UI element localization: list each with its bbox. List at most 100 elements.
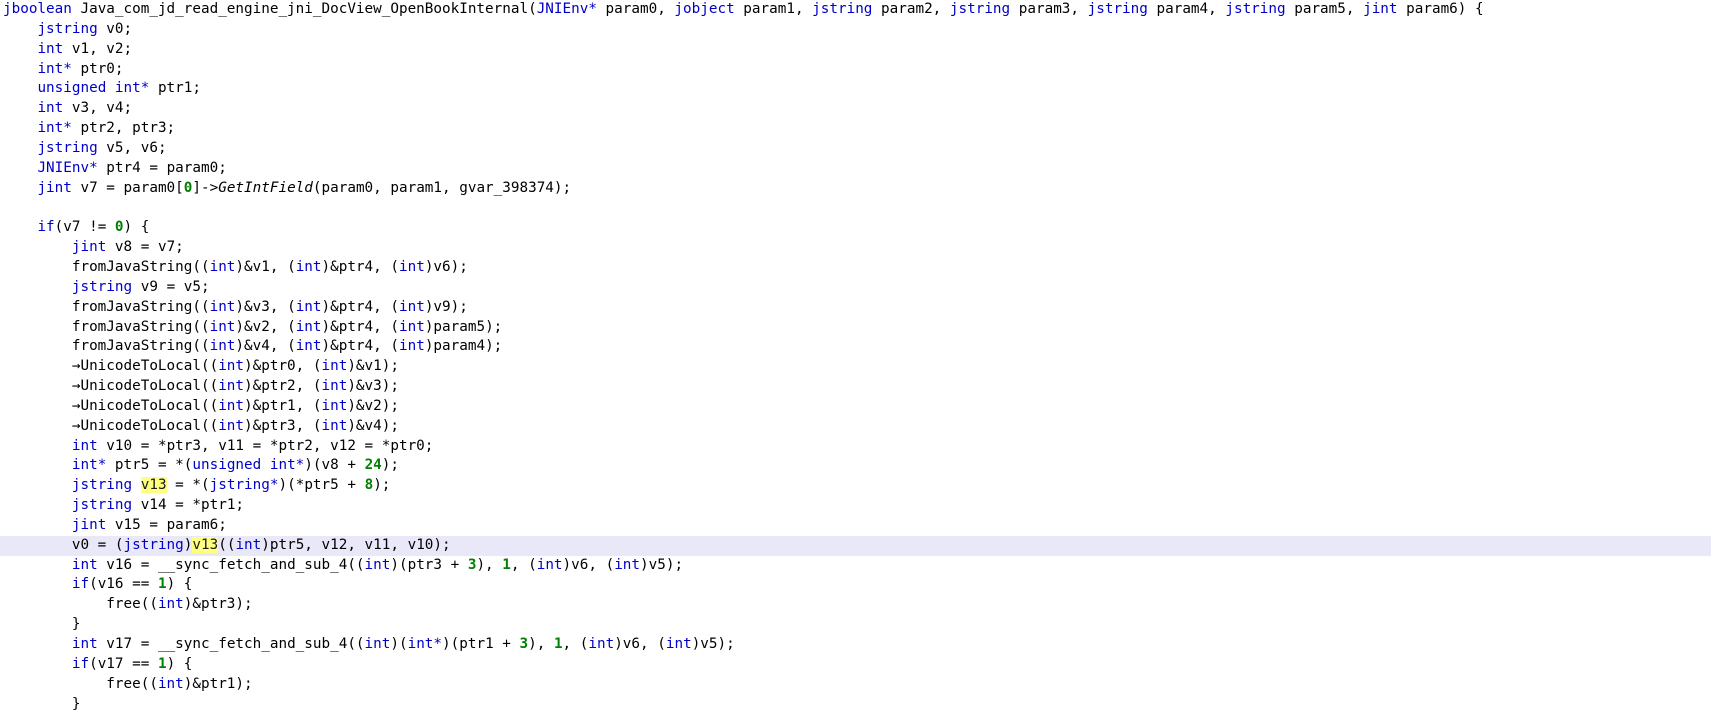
- keyword-token: int: [364, 636, 391, 652]
- code-line[interactable]: fromJavaString((int)&v3, (int)&ptr4, (in…: [0, 298, 1711, 318]
- code-line[interactable]: JNIEnv* ptr4 = param0;: [0, 159, 1711, 179]
- code-token: free((: [3, 675, 158, 692]
- keyword-token: if: [37, 219, 55, 236]
- code-line[interactable]: }: [0, 615, 1711, 635]
- code-token: )(ptr3 +: [390, 556, 468, 573]
- decompiled-code-view[interactable]: jboolean Java_com_jd_read_engine_jni_Doc…: [0, 0, 1711, 719]
- code-token: )&ptr4, (: [321, 338, 399, 355]
- code-line[interactable]: jstring v9 = v5;: [0, 278, 1711, 298]
- code-line[interactable]: if(v7 != 0) {: [0, 218, 1711, 238]
- keyword-token: int: [398, 338, 425, 355]
- code-line[interactable]: jint v8 = v7;: [0, 238, 1711, 258]
- code-token: (v7 !=: [54, 219, 115, 236]
- code-token: )(v8 +: [304, 457, 365, 474]
- keyword-token: int: [37, 40, 64, 57]
- keyword-token: int*: [37, 120, 72, 137]
- code-token: ]->: [192, 179, 219, 196]
- keyword-token: int: [321, 397, 348, 414]
- code-line[interactable]: int v17 = __sync_fetch_and_sub_4((int)(i…: [0, 635, 1711, 655]
- code-line[interactable]: jboolean Java_com_jd_read_engine_jni_Doc…: [0, 0, 1711, 20]
- code-line[interactable]: fromJavaString((int)&v2, (int)&ptr4, (in…: [0, 318, 1711, 338]
- code-line-current[interactable]: v0 = (jstring)v13((int)ptr5, v12, v11, v…: [0, 535, 1711, 556]
- code-token: (param0, param1, gvar_398374);: [312, 179, 572, 196]
- code-line[interactable]: }: [0, 695, 1711, 715]
- keyword-token: jstring: [71, 477, 133, 494]
- code-line[interactable]: →UnicodeToLocal((int)&ptr0, (int)&v1);: [0, 357, 1711, 377]
- highlighted-token[interactable]: v13: [140, 477, 167, 494]
- number-token: 24: [364, 457, 382, 474]
- code-line[interactable]: int v3, v4;: [0, 99, 1711, 119]
- code-token: ptr1;: [149, 80, 201, 97]
- code-line[interactable]: jstring v5, v6;: [0, 139, 1711, 159]
- code-token: )param5);: [424, 318, 503, 335]
- code-line[interactable]: int v1, v2;: [0, 40, 1711, 60]
- code-line[interactable]: jstring v13 = *(jstring*)(*ptr5 + 8);: [0, 476, 1711, 496]
- code-token: )&v3, (: [235, 298, 296, 315]
- code-token: v17 = __sync_fetch_and_sub_4((: [97, 636, 365, 652]
- code-token: ),: [476, 556, 503, 573]
- code-line[interactable]: [0, 198, 1711, 218]
- code-line[interactable]: int v10 = *ptr3, v11 = *ptr2, v12 = *ptr…: [0, 437, 1711, 457]
- code-token: v3, v4;: [63, 100, 133, 117]
- code-line[interactable]: unsigned int* ptr1;: [0, 79, 1711, 99]
- code-token: param5,: [1285, 1, 1364, 17]
- code-token: param3,: [1010, 1, 1088, 17]
- keyword-token: int: [71, 636, 98, 652]
- keyword-token: if: [71, 655, 90, 672]
- code-token: )&v2);: [347, 397, 399, 414]
- code-token: v0;: [97, 20, 133, 37]
- keyword-token: int: [295, 258, 322, 275]
- highlighted-token[interactable]: v13: [192, 536, 219, 553]
- code-line[interactable]: jint v15 = param6;: [0, 516, 1711, 536]
- keyword-token: jboolean: [3, 1, 72, 17]
- code-token: ptr2, ptr3;: [71, 120, 176, 137]
- code-line[interactable]: →UnicodeToLocal((int)&ptr3, (int)&v4);: [0, 417, 1711, 437]
- code-token: ptr0;: [71, 60, 124, 77]
- code-line[interactable]: jstring v14 = *ptr1;: [0, 496, 1711, 516]
- keyword-token: JNIEnv*: [37, 159, 98, 176]
- number-token: 1: [502, 556, 511, 573]
- code-token: v16 = __sync_fetch_and_sub_4((: [97, 556, 365, 573]
- code-line[interactable]: if(v16 == 1) {: [0, 575, 1711, 595]
- code-line[interactable]: if(v17 == 1) {: [0, 655, 1711, 675]
- keyword-token: int: [218, 417, 245, 434]
- code-token: )&ptr3, (: [244, 417, 322, 434]
- code-line[interactable]: int* ptr2, ptr3;: [0, 119, 1711, 139]
- code-line[interactable]: free((int)&ptr3);: [0, 595, 1711, 615]
- keyword-token: int: [321, 417, 348, 434]
- keyword-token: int: [209, 298, 236, 315]
- code-token: free((: [3, 596, 158, 613]
- code-token: )v6);: [424, 258, 468, 275]
- keyword-token: JNIEnv*: [536, 1, 597, 17]
- code-line[interactable]: fromJavaString((int)&v1, (int)&ptr4, (in…: [0, 258, 1711, 278]
- code-line[interactable]: →UnicodeToLocal((int)&ptr2, (int)&v3);: [0, 377, 1711, 397]
- code-token: v0 = (: [3, 536, 124, 553]
- code-token: )&v1, (: [235, 258, 296, 275]
- code-line[interactable]: jstring v0;: [0, 20, 1711, 40]
- keyword-token: jint: [71, 239, 107, 256]
- keyword-token: int: [235, 536, 262, 553]
- code-line[interactable]: int* ptr0;: [0, 60, 1711, 80]
- code-line[interactable]: int v16 = __sync_fetch_and_sub_4((int)(p…: [0, 556, 1711, 576]
- code-line[interactable]: →UnicodeToLocal((int)&ptr1, (int)&v2);: [0, 397, 1711, 417]
- keyword-token: int: [218, 378, 245, 395]
- code-token: )v6, (: [614, 636, 666, 652]
- keyword-token: int: [71, 437, 98, 454]
- code-token: )&v1);: [347, 358, 399, 375]
- code-token: )ptr5, v12, v11, v10);: [261, 536, 451, 553]
- code-token: );: [373, 477, 391, 494]
- code-line[interactable]: fromJavaString((int)&v4, (int)&ptr4, (in…: [0, 337, 1711, 357]
- keyword-token: int: [398, 318, 425, 335]
- code-token: ) {: [166, 576, 193, 593]
- code-token: v1, v2;: [63, 40, 133, 57]
- keyword-token: jint: [37, 179, 72, 196]
- keyword-token: int: [614, 556, 641, 573]
- code-line[interactable]: free((int)&ptr1);: [0, 675, 1711, 695]
- code-line[interactable]: int* ptr5 = *(unsigned int*)(v8 + 24);: [0, 456, 1711, 476]
- code-line[interactable]: jint v7 = param0[0]->GetIntField(param0,…: [0, 179, 1711, 199]
- keyword-token: int: [218, 358, 245, 375]
